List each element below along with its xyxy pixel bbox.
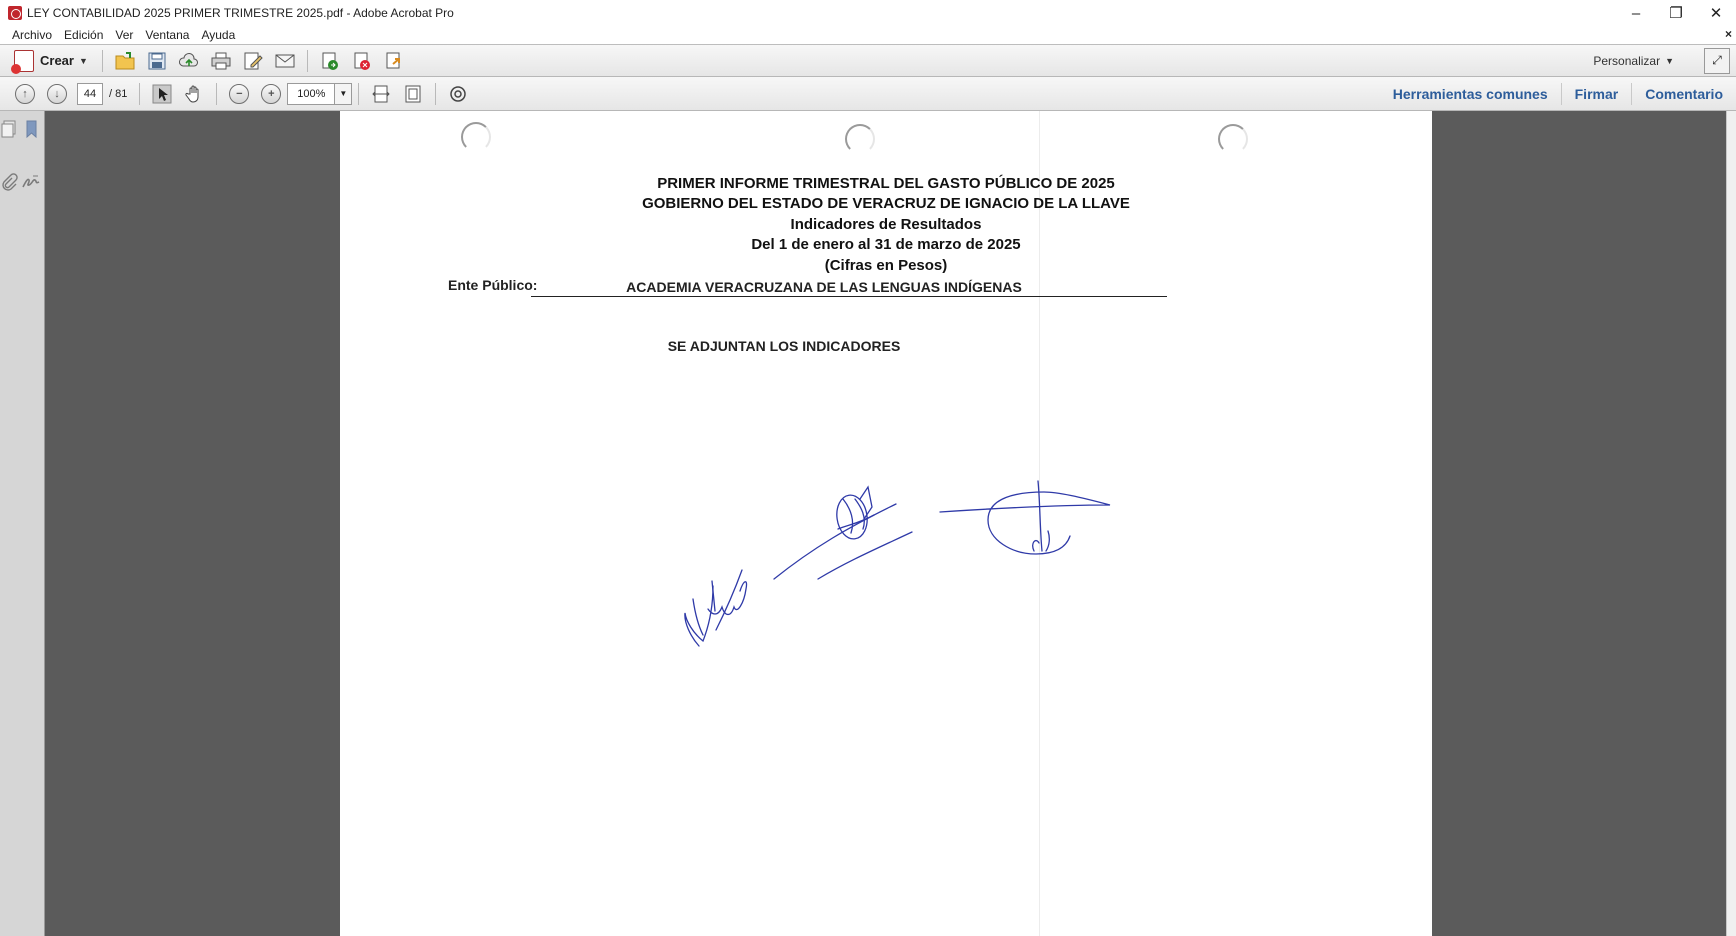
page-thumbnails-icon[interactable]	[0, 120, 18, 138]
personalizar-label: Personalizar	[1593, 53, 1661, 68]
fit-page-icon	[405, 85, 421, 102]
signatures	[684, 480, 1111, 647]
separator	[435, 82, 437, 105]
menu-ventana[interactable]: Ventana	[139, 28, 195, 42]
menu-archivo[interactable]: Archivo	[0, 28, 58, 42]
delete-pdf-icon	[354, 52, 370, 70]
navigation-toolbar: ↑ ↓ 44 / 81 − + 100% ▼ Herramientas comu…	[0, 77, 1736, 111]
separator	[358, 82, 360, 105]
crear-button[interactable]: Crear ▼	[11, 49, 88, 74]
close-button[interactable]: ✕	[1696, 0, 1736, 26]
separator	[139, 82, 141, 105]
plus-icon: +	[261, 83, 282, 104]
select-tool-button[interactable]	[149, 82, 175, 106]
crear-label: Crear	[40, 53, 74, 68]
signature-1	[684, 569, 748, 647]
navigation-pane	[0, 111, 45, 936]
next-page-button[interactable]: ↓	[44, 82, 70, 106]
arrow-down-icon: ↓	[47, 83, 67, 104]
zoom-input[interactable]: 100%	[287, 82, 336, 105]
zoom-in-button[interactable]: +	[258, 82, 284, 106]
cursor-select-icon	[152, 84, 172, 103]
title-bar: LEY CONTABILIDAD 2025 PRIMER TRIMESTRE 2…	[0, 0, 1736, 26]
minimize-button[interactable]: –	[1616, 0, 1656, 26]
cloud-upload-icon	[178, 52, 198, 66]
page-number-input[interactable]: 44	[77, 82, 103, 105]
zoom-dropdown-button[interactable]: ▼	[335, 82, 353, 105]
delete-button[interactable]	[349, 49, 375, 73]
fit-width-button[interactable]	[368, 82, 394, 106]
separator	[101, 49, 103, 72]
arrow-up-icon: ↑	[15, 83, 35, 104]
signature-icon[interactable]	[22, 173, 40, 191]
signature-2	[773, 485, 913, 580]
open-button[interactable]	[112, 49, 138, 73]
menu-ayuda[interactable]: Ayuda	[195, 28, 241, 42]
menu-bar: Archivo Edición Ver Ventana Ayuda ×	[0, 26, 1736, 45]
window-title: LEY CONTABILIDAD 2025 PRIMER TRIMESTRE 2…	[27, 6, 454, 20]
personalizar-dropdown[interactable]: Personalizar ▼	[1593, 54, 1674, 68]
close-document-button[interactable]: ×	[1725, 27, 1732, 41]
pdf-page: PRIMER INFORME TRIMESTRAL DEL GASTO PÚBL…	[340, 111, 1432, 936]
envelope-icon	[275, 54, 295, 67]
expand-button[interactable]: ⤢	[1704, 47, 1730, 74]
edit-document-icon	[244, 52, 263, 69]
create-pdf-icon	[11, 49, 34, 74]
printer-icon	[211, 52, 231, 69]
chevron-down-icon: ▼	[78, 55, 88, 66]
fit-width-icon	[372, 85, 391, 102]
main-toolbar: Crear ▼ Personalizar ▼ ⤢	[0, 45, 1736, 77]
menu-edicion[interactable]: Edición	[58, 28, 109, 42]
email-button[interactable]	[272, 49, 298, 73]
cloud-button[interactable]	[176, 49, 202, 73]
acrobat-pdf-icon	[8, 6, 22, 20]
restore-button[interactable]: ❐	[1656, 0, 1696, 26]
comentario-link[interactable]: Comentario	[1631, 82, 1736, 105]
hand-icon	[185, 85, 199, 103]
rotate-icon	[450, 85, 467, 102]
chevron-down-icon: ▼	[339, 89, 348, 98]
previous-page-button[interactable]: ↑	[12, 82, 38, 106]
vertical-scrollbar[interactable]	[1726, 111, 1736, 936]
export-button[interactable]	[317, 49, 343, 73]
share-button[interactable]	[381, 49, 407, 73]
firmar-link[interactable]: Firmar	[1560, 82, 1632, 105]
expand-icon: ⤢	[1712, 53, 1722, 67]
export-pdf-icon	[322, 52, 338, 70]
folder-open-icon	[115, 51, 135, 69]
bookmark-icon[interactable]	[22, 120, 40, 139]
save-icon	[148, 52, 166, 69]
signature-3	[939, 480, 1111, 555]
save-button[interactable]	[144, 49, 170, 73]
separator	[216, 82, 218, 105]
page-total: / 81	[109, 87, 128, 100]
zoom-out-button[interactable]: −	[226, 82, 252, 106]
separator	[306, 49, 308, 72]
fit-page-button[interactable]	[400, 82, 426, 106]
herramientas-comunes-link[interactable]: Herramientas comunes	[1380, 83, 1561, 105]
read-mode-button[interactable]	[445, 82, 471, 106]
paperclip-icon[interactable]	[0, 173, 18, 191]
share-pdf-icon	[386, 52, 400, 68]
minus-icon: −	[229, 83, 250, 104]
task-pane-links: Herramientas comunes Firmar Comentario	[1380, 77, 1736, 110]
hand-tool-button[interactable]	[181, 82, 207, 106]
print-button[interactable]	[208, 49, 234, 73]
chevron-down-icon: ▼	[1665, 55, 1674, 66]
edit-button[interactable]	[240, 49, 266, 73]
menu-ver[interactable]: Ver	[109, 28, 139, 42]
